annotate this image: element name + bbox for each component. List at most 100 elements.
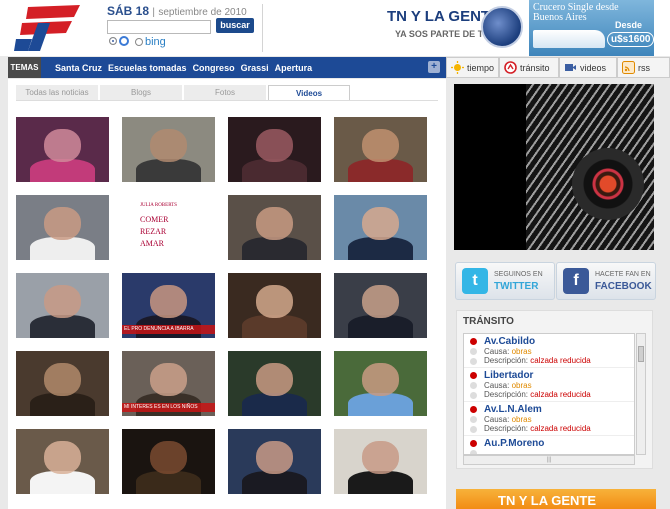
video-thumbnail[interactable] (228, 429, 321, 494)
topic-link[interactable]: Santa Cruz (55, 63, 102, 73)
transit-road[interactable]: Av.Cabildo (484, 336, 535, 347)
person-body (347, 471, 414, 494)
horizontal-scrollbar[interactable]: ||| (463, 455, 635, 465)
tool-tiempo[interactable]: tiempo (446, 57, 499, 78)
video-thumbnail[interactable] (228, 195, 321, 260)
desc-value: calzada reducida (530, 390, 591, 399)
divider (16, 100, 438, 101)
person-body (241, 393, 308, 416)
topic-link[interactable]: Apertura (275, 63, 313, 73)
banner-subtitle: YA SOS PARTE DE TN (395, 29, 490, 39)
banner-desde: Desde (615, 20, 643, 30)
video-thumbnail[interactable] (16, 273, 109, 338)
topic-link[interactable]: Congreso (193, 63, 235, 73)
video-thumbnail[interactable] (228, 117, 321, 182)
topics-links: Santa Cruz Escuelas tomadas Congreso Gra… (55, 57, 312, 78)
red-light-icon (470, 372, 477, 379)
radio-icon[interactable] (135, 38, 143, 46)
light-icon (470, 382, 477, 389)
book-title-line: COMER (140, 215, 169, 224)
cause-label: Causa: (484, 347, 510, 356)
cause-label: Causa: (484, 415, 510, 424)
video-thumbnail[interactable]: MI INTERES ES EN LOS NIÑOS (122, 351, 215, 416)
video-thumbnail[interactable] (122, 429, 215, 494)
more-topics-button[interactable]: + (428, 61, 440, 73)
tool-transito[interactable]: tránsito (499, 57, 559, 78)
tab-fotos[interactable]: Fotos (184, 85, 266, 100)
video-thumbnail[interactable] (16, 351, 109, 416)
tn-logo-icon[interactable] (14, 3, 82, 53)
person-body (347, 393, 414, 416)
main-content: Todas las noticias Blogs Fotos Videos JU… (8, 79, 446, 509)
topic-link[interactable]: Grassi (241, 63, 269, 73)
facebook-line2: FACEBOOK (595, 281, 652, 292)
video-player[interactable] (454, 84, 654, 250)
light-icon (470, 416, 477, 423)
transit-list[interactable]: Av.Cabildo Causa: obras Descripción: calza… (463, 333, 635, 455)
radio-icon[interactable] (109, 37, 117, 45)
video-thumbnail[interactable] (16, 117, 109, 182)
person-body (135, 471, 202, 494)
facebook-button[interactable]: f HACETE FAN EN FACEBOOK (556, 262, 656, 300)
tool-rss[interactable]: rss (617, 57, 670, 78)
video-thumbnail[interactable] (334, 273, 427, 338)
video-thumbnail[interactable] (334, 117, 427, 182)
google-icon (119, 36, 129, 46)
light-icon (470, 426, 477, 433)
engine-option-google[interactable] (109, 36, 129, 46)
topic-link[interactable]: Escuelas tomadas (108, 63, 187, 73)
transit-item[interactable]: Av.L.N.Alem Causa: obras Descripción: calz… (464, 402, 634, 436)
light-icon (470, 348, 477, 355)
video-icon (565, 64, 576, 71)
video-thumbnail[interactable]: EL PRO DENUNCIA A IBARRA (122, 273, 215, 338)
video-thumbnail[interactable] (122, 117, 215, 182)
video-thumbnail[interactable] (334, 195, 427, 260)
banner-bottom[interactable]: TN Y LA GENTE (456, 489, 656, 509)
light-icon (470, 392, 477, 399)
scroll-thumb[interactable] (638, 346, 644, 362)
person-body (29, 471, 96, 494)
twitter-button[interactable]: t SEGUINOS EN TWITTER (455, 262, 555, 300)
transit-item[interactable]: Au.P.Moreno (464, 436, 634, 454)
tab-videos[interactable]: Videos (268, 85, 350, 100)
tool-label: rss (638, 62, 650, 73)
video-thumbnail[interactable] (16, 429, 109, 494)
transit-desc: Descripción: calzada reducida (484, 356, 591, 365)
banner-tn-y-la-gente[interactable]: TN Y LA GENTE YA SOS PARTE DE TN (383, 2, 527, 54)
transit-cause: Causa: obras (484, 381, 532, 390)
person-body (347, 159, 414, 182)
topics-label: TEMAS (8, 57, 41, 78)
video-thumbnail[interactable]: JULIA ROBERTS COMER REZAR AMAR (122, 195, 215, 260)
banner-crucero[interactable]: Crucero Single desde Buenos Aires Desde … (529, 0, 654, 56)
person-body (29, 315, 96, 338)
vertical-scrollbar[interactable] (636, 333, 646, 455)
tool-label: tránsito (520, 62, 550, 73)
tab-blogs[interactable]: Blogs (100, 85, 182, 100)
video-thumbnail[interactable] (228, 351, 321, 416)
search-input[interactable] (107, 20, 211, 34)
transit-item[interactable]: Av.Cabildo Causa: obras Descripción: calza… (464, 334, 634, 368)
light-icon (470, 358, 477, 365)
person-face (43, 206, 82, 241)
search-button[interactable]: buscar (216, 18, 254, 33)
tool-videos[interactable]: videos (559, 57, 617, 78)
transit-road[interactable]: Libertador (484, 370, 533, 381)
transit-item[interactable]: Libertador Causa: obras Descripción: calza… (464, 368, 634, 402)
tab-todas[interactable]: Todas las noticias (16, 85, 98, 100)
desc-label: Descripción: (484, 390, 529, 399)
red-light-icon (470, 338, 477, 345)
desc-value: calzada reducida (530, 356, 591, 365)
transit-road[interactable]: Av.L.N.Alem (484, 404, 542, 415)
person-face (43, 362, 82, 397)
cause-value: obras (511, 381, 532, 390)
video-thumbnail[interactable] (16, 195, 109, 260)
person-body (241, 315, 308, 338)
video-thumbnail[interactable] (228, 273, 321, 338)
video-thumbnail[interactable] (334, 351, 427, 416)
engine-option-bing[interactable]: bing (135, 36, 166, 48)
twitter-line2: TWITTER (494, 281, 539, 292)
person-face (149, 362, 188, 397)
video-thumbnail[interactable] (334, 429, 427, 494)
transit-road[interactable]: Au.P.Moreno (484, 438, 544, 449)
desc-value: calzada reducida (530, 424, 591, 433)
